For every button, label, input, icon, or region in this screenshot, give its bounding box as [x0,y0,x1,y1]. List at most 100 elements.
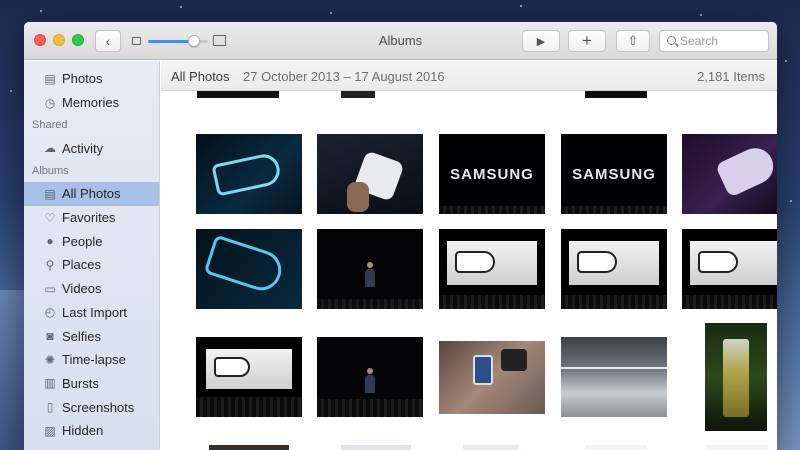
hand-shape [347,182,369,212]
slideshow-button[interactable]: ▶ [522,30,560,52]
sidebar-item-bursts[interactable]: ▥ Bursts [24,372,159,396]
photo-thumbnail[interactable] [196,229,302,309]
vr-headset-shape [698,251,738,273]
slider-knob[interactable] [188,35,200,47]
sidebar-item-videos[interactable]: ▭ Videos [24,277,159,301]
pin-icon: ⚲ [45,257,55,272]
photo-thumbnail[interactable] [585,91,647,98]
vr-headset-shape [211,151,283,197]
photo-thumbnail[interactable] [706,445,768,450]
zoom-window-button[interactable] [72,34,84,46]
crowd-silhouette [439,295,545,309]
all-photos-icon: ▤ [44,186,56,201]
person-icon: ● [46,234,54,249]
sidebar-item-places[interactable]: ⚲ Places [24,253,159,277]
photo-thumbnail[interactable] [197,91,279,98]
minimize-window-button[interactable] [53,34,65,46]
photo-thumbnail[interactable] [561,337,667,417]
bursts-icon: ▥ [44,376,56,391]
vr-headset-shape [455,251,495,273]
sidebar-item-label: All Photos [62,186,121,202]
share-button[interactable]: ⇧ [616,30,650,52]
photo-thumbnail[interactable] [439,341,545,414]
sidebar-item-label: Favorites [62,210,116,226]
sidebar-item-all-photos[interactable]: ▤ All Photos [24,182,159,206]
sidebar-item-people[interactable]: ● People [24,229,159,253]
background-star [40,10,42,12]
sidebar: ▤ Photos ◷ Memories Shared ☁ Activity Al… [24,61,160,450]
crowd-silhouette [682,295,777,309]
plus-icon: + [582,31,592,50]
sidebar-item-label: People [62,233,103,249]
sidebar-item-activity[interactable]: ☁ Activity [24,136,159,160]
add-button[interactable]: + [568,30,606,52]
photo-thumbnail[interactable] [585,445,647,450]
sidebar-item-screenshots[interactable]: ▯ Screenshots [24,395,159,419]
large-thumbnail-icon [213,35,226,46]
vr-headset-shape [714,142,777,198]
photo-thumbnail[interactable] [705,323,767,431]
camera-shape [501,349,527,371]
sidebar-item-memories[interactable]: ◷ Memories [24,91,159,115]
sidebar-section-albums: Albums [32,165,69,178]
camera-icon: ◙ [46,329,54,344]
search-icon [667,36,676,45]
sidebar-item-selfies[interactable]: ◙ Selfies [24,324,159,348]
heart-icon: ♡ [44,210,56,225]
sidebar-item-time-lapse[interactable]: ✺ Time-lapse [24,348,159,372]
background-star [180,6,182,8]
samsung-logo: SAMSUNG [572,166,656,183]
presenter-silhouette [365,262,375,287]
sidebar-item-label: Selfies [62,328,102,344]
sidebar-item-label: Places [62,257,102,273]
sidebar-section-shared: Shared [32,119,68,132]
close-window-button[interactable] [34,34,46,46]
sidebar-item-hidden[interactable]: ▨ Hidden [24,419,159,443]
crowd-silhouette [317,399,423,417]
phone-shape [473,355,493,385]
sidebar-item-last-import[interactable]: ◴ Last Import [24,301,159,325]
search-field[interactable]: Search [659,30,769,52]
photo-thumbnail[interactable] [561,229,667,309]
photo-thumbnail[interactable] [341,445,411,450]
vr-headset-shape [577,251,617,273]
crowd-silhouette [317,299,423,309]
photo-thumbnail[interactable] [317,337,423,417]
sidebar-item-label: Memories [62,95,120,111]
sidebar-item-label: Time-lapse [62,352,126,368]
photo-thumbnail[interactable] [682,134,777,214]
photo-thumbnail[interactable] [209,445,289,450]
photos-window: ‹ Albums ▶ + ⇧ Search ▤ Photos ◷ Memorie… [24,22,777,450]
ceiling-light [561,367,667,369]
vr-headset-shape [203,234,287,296]
share-icon: ⇧ [627,33,639,48]
photo-thumbnail[interactable] [317,229,423,309]
sidebar-item-photos[interactable]: ▤ Photos [24,67,159,91]
cloud-icon: ☁ [44,141,56,156]
photo-thumbnail[interactable] [439,229,545,309]
sidebar-item-favorites[interactable]: ♡ Favorites [24,206,159,230]
photo-thumbnail[interactable] [196,134,302,214]
phone-icon: ▯ [46,400,54,415]
thumbnail-size-slider[interactable] [132,34,227,48]
crowd-silhouette [196,397,302,417]
search-placeholder: Search [680,34,719,48]
background-star [10,90,12,92]
photo-thumbnail[interactable] [341,91,375,98]
vr-headset-shape [214,357,250,377]
background-star [520,5,522,7]
photo-thumbnail[interactable] [682,229,777,309]
crowd-silhouette [561,295,667,309]
photo-thumbnail[interactable]: SAMSUNG [439,134,545,214]
date-range: 27 October 2013 – 17 August 2016 [243,69,445,84]
memories-icon: ◷ [44,95,56,110]
back-button[interactable]: ‹ [95,30,121,52]
photo-thumbnail[interactable] [317,134,423,214]
photo-thumbnail[interactable] [196,337,302,417]
sidebar-item-label: Bursts [62,375,99,391]
photo-thumbnail[interactable]: SAMSUNG [561,134,667,214]
samsung-logo: SAMSUNG [450,166,534,183]
info-bar: All Photos 27 October 2013 – 17 August 2… [161,61,777,91]
timelapse-icon: ✺ [44,352,56,367]
photo-thumbnail[interactable] [463,445,518,450]
